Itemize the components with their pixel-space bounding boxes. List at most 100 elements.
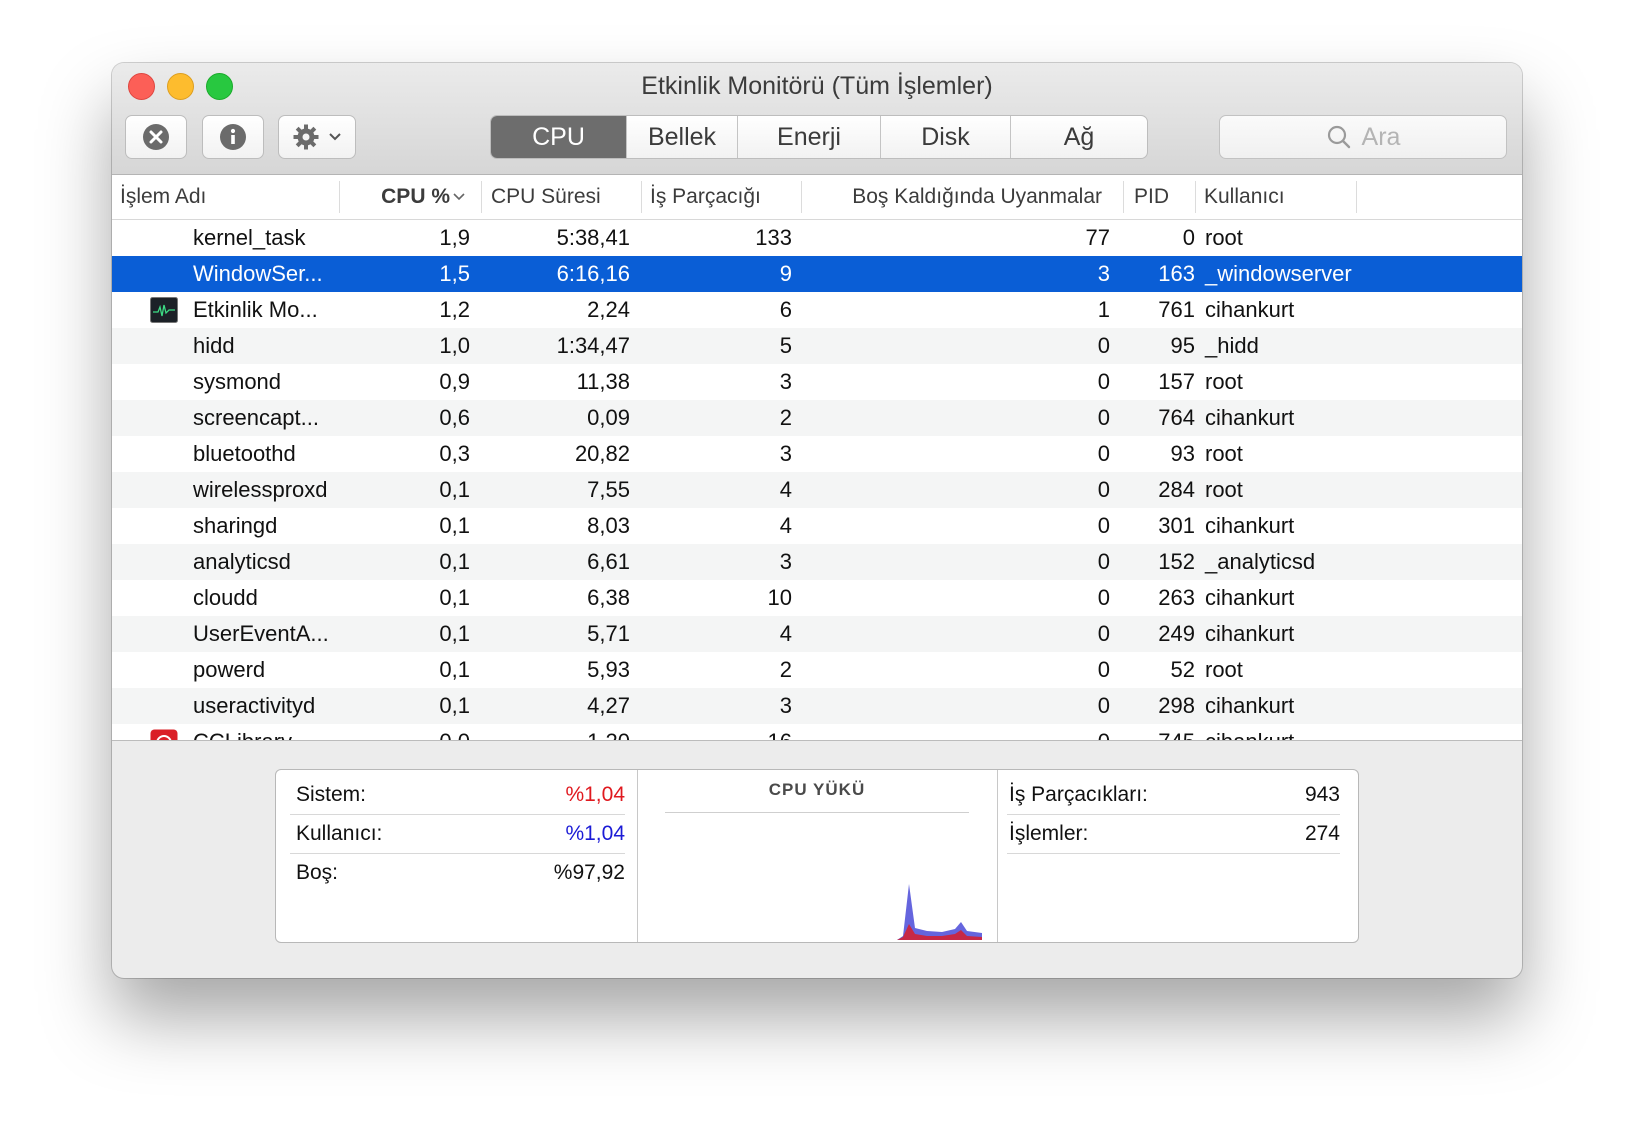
gear-icon — [293, 124, 319, 150]
search-icon — [1327, 125, 1350, 149]
idle-value: %97,92 — [553, 861, 625, 884]
thread-count: 4 — [779, 477, 792, 502]
cpu-load-graph: CPU YÜKÜ — [637, 770, 998, 942]
pid: 764 — [1158, 405, 1195, 430]
user: root — [1205, 441, 1243, 466]
column-header-idle-wakeups[interactable]: Boş Kaldığında Uyanmalar — [812, 175, 1102, 219]
idle-wakeups: 0 — [1097, 513, 1110, 538]
tab-network[interactable]: Ağ — [1011, 116, 1147, 158]
tab-cpu[interactable]: CPU — [491, 116, 627, 158]
process-count-stats: İş Parçacıkları: 943 İşlemler: 274 — [997, 770, 1358, 942]
table-header: İşlem Adı CPU % CPU Süresi İş Parçacığı … — [112, 175, 1522, 220]
cpu-time: 7,55 — [587, 477, 630, 502]
cpu-percent: 0,1 — [439, 477, 470, 502]
stop-process-button[interactable] — [125, 115, 187, 159]
search-field[interactable]: Ara — [1219, 115, 1507, 159]
table-body: kernel_task 1,9 5:38,41 133 77 0 root Wi… — [112, 220, 1522, 740]
thread-count: 9 — [779, 261, 792, 286]
cpu-time: 0,09 — [587, 405, 630, 430]
cpu-percent: 0,9 — [439, 369, 470, 394]
idle-wakeups: 0 — [1097, 369, 1110, 394]
table-row[interactable]: CCLibrary 0,0 1,20 16 0 745 cihankurt — [112, 724, 1522, 740]
user: cihankurt — [1205, 513, 1295, 538]
user: cihankurt — [1205, 405, 1295, 430]
table-row[interactable]: Etkinlik Mo... 1,2 2,24 6 1 761 cihankur… — [112, 292, 1522, 328]
column-header-user[interactable]: Kullanıcı — [1204, 175, 1285, 219]
pid: 298 — [1158, 693, 1195, 718]
user: root — [1205, 477, 1243, 502]
thread-count: 133 — [755, 225, 792, 250]
idle-wakeups: 0 — [1097, 333, 1110, 358]
cpu-percent: 0,6 — [439, 405, 470, 430]
window-title: Etkinlik Monitörü (Tüm İşlemler) — [641, 72, 993, 100]
user: root — [1205, 657, 1243, 682]
inspect-process-button[interactable] — [202, 115, 264, 159]
action-menu-button[interactable] — [278, 115, 356, 159]
cpu-percent: 0,0 — [342, 724, 470, 740]
cpu-time: 1:34,47 — [556, 333, 630, 358]
idle-wakeups: 0 — [1097, 477, 1110, 502]
column-header-pid[interactable]: PID — [1134, 175, 1169, 219]
system-label: Sistem: — [296, 783, 367, 806]
idle-wakeups: 0 — [1097, 405, 1110, 430]
table-row[interactable]: cloudd 0,1 6,38 10 0 263 cihankurt — [112, 580, 1522, 616]
cpu-usage-stats: Sistem: %1,04 Kullanıcı: %1,04 Boş: %97,… — [276, 770, 638, 942]
system-value: %1,04 — [565, 783, 625, 806]
chevron-down-icon — [329, 133, 341, 141]
table-row[interactable]: hidd 1,0 1:34,47 5 0 95 _hidd — [112, 328, 1522, 364]
table-row[interactable]: powerd 0,1 5,93 2 0 52 root — [112, 652, 1522, 688]
column-header-cpu-percent[interactable]: CPU % — [342, 175, 470, 219]
thread-count: 4 — [779, 621, 792, 646]
pid: 284 — [1158, 477, 1195, 502]
cpu-percent: 0,1 — [439, 657, 470, 682]
table-row[interactable]: kernel_task 1,9 5:38,41 133 77 0 root — [112, 220, 1522, 256]
table-row[interactable]: screencapt... 0,6 0,09 2 0 764 cihankurt — [112, 400, 1522, 436]
column-header-cpu-time[interactable]: CPU Süresi — [491, 175, 601, 219]
cpu-percent: 0,1 — [439, 693, 470, 718]
thread-count: 2 — [779, 657, 792, 682]
table-row[interactable]: useractivityd 0,1 4,27 3 0 298 cihankurt — [112, 688, 1522, 724]
table-row[interactable]: UserEventA... 0,1 5,71 4 0 249 cihankurt — [112, 616, 1522, 652]
idle-wakeups: 0 — [1097, 585, 1110, 610]
column-header-threads[interactable]: İş Parçacığı — [650, 175, 761, 219]
cpu-summary-panel: Sistem: %1,04 Kullanıcı: %1,04 Boş: %97,… — [275, 769, 1359, 943]
table-row[interactable]: sharingd 0,1 8,03 4 0 301 cihankurt — [112, 508, 1522, 544]
tab-memory[interactable]: Bellek — [627, 116, 738, 158]
idle-wakeups: 0 — [1097, 693, 1110, 718]
table-row-selected[interactable]: WindowSer... 1,5 6:16,16 9 3 163 _window… — [112, 256, 1522, 292]
activity-monitor-window: Etkinlik Monitörü (Tüm İşlemler) CPU Bel… — [112, 63, 1522, 978]
info-icon — [220, 124, 246, 150]
thread-count: 5 — [779, 333, 792, 358]
cpu-percent: 1,9 — [439, 225, 470, 250]
column-header-process-name[interactable]: İşlem Adı — [120, 175, 206, 219]
pid: 52 — [1170, 657, 1195, 682]
thread-count: 3 — [779, 441, 792, 466]
user: cihankurt — [1205, 621, 1295, 646]
idle-wakeups: 1 — [1097, 297, 1110, 322]
table-row[interactable]: bluetoothd 0,3 20,82 3 0 93 root — [112, 436, 1522, 472]
table-row[interactable]: wirelessproxd 0,1 7,55 4 0 284 root — [112, 472, 1522, 508]
tab-disk[interactable]: Disk — [881, 116, 1011, 158]
cpu-time: 20,82 — [574, 441, 630, 466]
user: root — [1205, 369, 1243, 394]
pid: 263 — [1158, 585, 1195, 610]
processes-stat: İşlemler: 274 — [1007, 815, 1340, 854]
thread-count: 4 — [779, 513, 792, 538]
pid: 152 — [1158, 549, 1195, 574]
user: _analyticsd — [1205, 549, 1316, 574]
cpu-time: 6,61 — [587, 549, 630, 574]
table-row[interactable]: analyticsd 0,1 6,61 3 0 152 _analyticsd — [112, 544, 1522, 580]
cpu-load-title: CPU YÜKÜ — [665, 780, 969, 813]
thread-count: 6 — [779, 297, 792, 322]
user: cihankurt — [1205, 585, 1295, 610]
cpu-percent: 0,1 — [439, 621, 470, 646]
user-label: Kullanıcı: — [296, 822, 383, 845]
tab-energy[interactable]: Enerji — [738, 116, 881, 158]
idle-wakeups: 0 — [1097, 549, 1110, 574]
sort-descending-icon — [453, 193, 465, 201]
thread-count: 2 — [779, 405, 792, 430]
cpu-time: 1,20 — [482, 724, 630, 740]
pid: 745 — [1117, 724, 1195, 740]
table-row[interactable]: sysmond 0,9 11,38 3 0 157 root — [112, 364, 1522, 400]
activity-monitor-icon — [150, 297, 178, 323]
